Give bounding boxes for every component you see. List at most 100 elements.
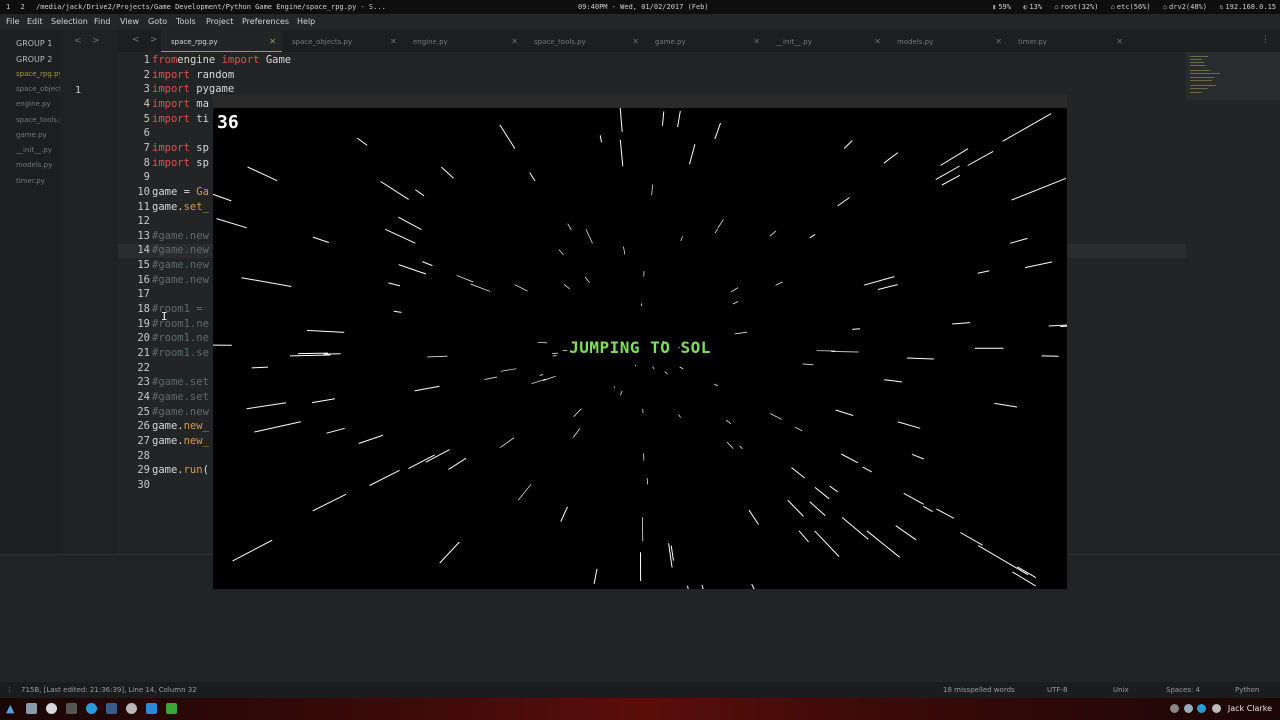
code-line[interactable]: #game.new [152, 244, 209, 256]
settings-icon[interactable] [126, 703, 137, 714]
minimap[interactable] [1186, 52, 1280, 100]
code-line[interactable]: #room1.ne [152, 332, 209, 344]
code-line[interactable]: game.run( [152, 464, 209, 476]
tab-space-rpg[interactable]: space_rpg.py ✕ [161, 30, 282, 52]
star-streak [542, 375, 556, 381]
start-menu-icon[interactable]: ▲ [6, 702, 17, 715]
status-spelling[interactable]: 18 misspelled words [943, 686, 1015, 694]
status-menu-icon[interactable]: ⋮ [6, 686, 13, 694]
code-line[interactable]: game.set_ [152, 201, 209, 213]
code-line[interactable]: #room1.ne [152, 318, 209, 330]
code-line[interactable]: #game.new [152, 406, 209, 418]
star-streak [714, 383, 719, 387]
tab-forward-arrow-icon[interactable]: > [150, 35, 158, 45]
terminal-icon[interactable] [66, 703, 77, 714]
line-number: 28 [137, 449, 150, 462]
code-line[interactable]: import sp [152, 142, 209, 154]
star-streak [809, 501, 826, 516]
steam-icon[interactable] [106, 703, 117, 714]
tray-icon[interactable] [1170, 704, 1179, 713]
tab-space-objects[interactable]: space_objects.py ✕ [282, 30, 403, 52]
code-line[interactable]: import pygame [152, 83, 234, 95]
close-icon[interactable]: ✕ [511, 37, 518, 46]
sidebar-group-1[interactable]: GROUP 1 [16, 39, 52, 48]
code-line[interactable]: game = Ga [152, 186, 209, 198]
game-window-titlebar[interactable] [213, 95, 1067, 108]
code-line[interactable]: #game.set [152, 391, 209, 403]
menu-edit[interactable]: Edit [27, 17, 43, 26]
user-name[interactable]: Jack Clarke [1228, 704, 1272, 713]
telegram-icon[interactable] [86, 703, 97, 714]
game-message: JUMPING TO SOL [569, 338, 711, 357]
tab-init[interactable]: __init__.py ✕ [766, 30, 887, 52]
code-line[interactable]: import sp [152, 157, 209, 169]
workspace-1[interactable]: 1 [6, 3, 10, 11]
close-icon[interactable]: ✕ [269, 37, 276, 46]
star-streak [922, 505, 933, 513]
menu-goto[interactable]: Goto [148, 17, 167, 26]
workspace-switcher[interactable]: 1 2 [6, 3, 31, 11]
more-options-icon[interactable]: ⋮ [1261, 35, 1270, 45]
sidebar-file-space-rpg[interactable]: space_rpg.py [16, 70, 60, 78]
tab-models[interactable]: models.py ✕ [887, 30, 1008, 52]
sidebar-group-2[interactable]: GROUP 2 [16, 55, 52, 64]
close-icon[interactable]: ✕ [390, 37, 397, 46]
tray-icon[interactable] [1184, 704, 1193, 713]
menu-find[interactable]: Find [94, 17, 110, 26]
code-line[interactable]: fromengine import Game [152, 54, 291, 66]
file-manager-icon[interactable] [26, 703, 37, 714]
tray-icon[interactable] [1197, 704, 1206, 713]
browser-icon[interactable] [46, 703, 57, 714]
app-icon[interactable] [166, 703, 177, 714]
menu-tools[interactable]: Tools [176, 17, 196, 26]
menu-preferences[interactable]: Preferences [242, 17, 289, 26]
back-arrow-icon[interactable]: < [74, 36, 82, 46]
sidebar-file-init[interactable]: __init__.py [16, 146, 60, 154]
star-streak [514, 284, 528, 292]
sidebar-file-engine[interactable]: engine.py [16, 100, 60, 108]
game-window[interactable]: 36 JUMPING TO SOL [213, 95, 1067, 589]
code-token: ( [202, 464, 209, 477]
status-encoding[interactable]: UTF-8 [1047, 686, 1067, 694]
menu-project[interactable]: Project [206, 17, 233, 26]
code-line[interactable]: #game.new [152, 259, 209, 271]
workspace-2[interactable]: 2 [20, 3, 24, 11]
sidebar-file-models[interactable]: models.py [16, 161, 60, 169]
tab-back-arrow-icon[interactable]: < [132, 35, 140, 45]
code-line[interactable]: import random [152, 69, 234, 81]
sidebar-file-timer[interactable]: timer.py [16, 177, 60, 185]
code-line[interactable]: #room1.se [152, 347, 209, 359]
code-line[interactable]: game.new_ [152, 420, 209, 432]
code-token: import [152, 68, 190, 81]
tab-engine[interactable]: engine.py ✕ [403, 30, 524, 52]
star-streak [651, 184, 653, 196]
code-line[interactable]: #game.set [152, 376, 209, 388]
code-line[interactable]: #room1 = [152, 303, 203, 315]
close-icon[interactable]: ✕ [995, 37, 1002, 46]
code-line[interactable]: import ti [152, 113, 209, 125]
skype-icon[interactable] [146, 703, 157, 714]
sidebar-file-space-tools[interactable]: space_tools.py [16, 116, 60, 124]
menu-help[interactable]: Help [297, 17, 315, 26]
close-icon[interactable]: ✕ [753, 37, 760, 46]
tab-timer[interactable]: timer.py ✕ [1008, 30, 1129, 52]
close-icon[interactable]: ✕ [874, 37, 881, 46]
menu-file[interactable]: File [6, 17, 19, 26]
sidebar-file-space-objects[interactable]: space_objects.py [16, 85, 60, 93]
tab-space-tools[interactable]: space_tools.py ✕ [524, 30, 645, 52]
close-icon[interactable]: ✕ [1116, 37, 1123, 46]
code-line[interactable]: #game.new [152, 274, 209, 286]
close-icon[interactable]: ✕ [632, 37, 639, 46]
volume-icon[interactable] [1212, 704, 1221, 713]
code-line[interactable]: #game.new [152, 230, 209, 242]
status-indent[interactable]: Spaces: 4 [1166, 686, 1200, 694]
menu-selection[interactable]: Selection [51, 17, 88, 26]
menu-view[interactable]: View [120, 17, 139, 26]
forward-arrow-icon[interactable]: > [92, 36, 100, 46]
sidebar-file-game[interactable]: game.py [16, 131, 60, 139]
code-line[interactable]: import ma [152, 98, 209, 110]
status-syntax[interactable]: Python [1235, 686, 1259, 694]
tab-game[interactable]: game.py ✕ [645, 30, 766, 52]
code-line[interactable]: game.new_ [152, 435, 209, 447]
status-line-endings[interactable]: Unix [1113, 686, 1129, 694]
